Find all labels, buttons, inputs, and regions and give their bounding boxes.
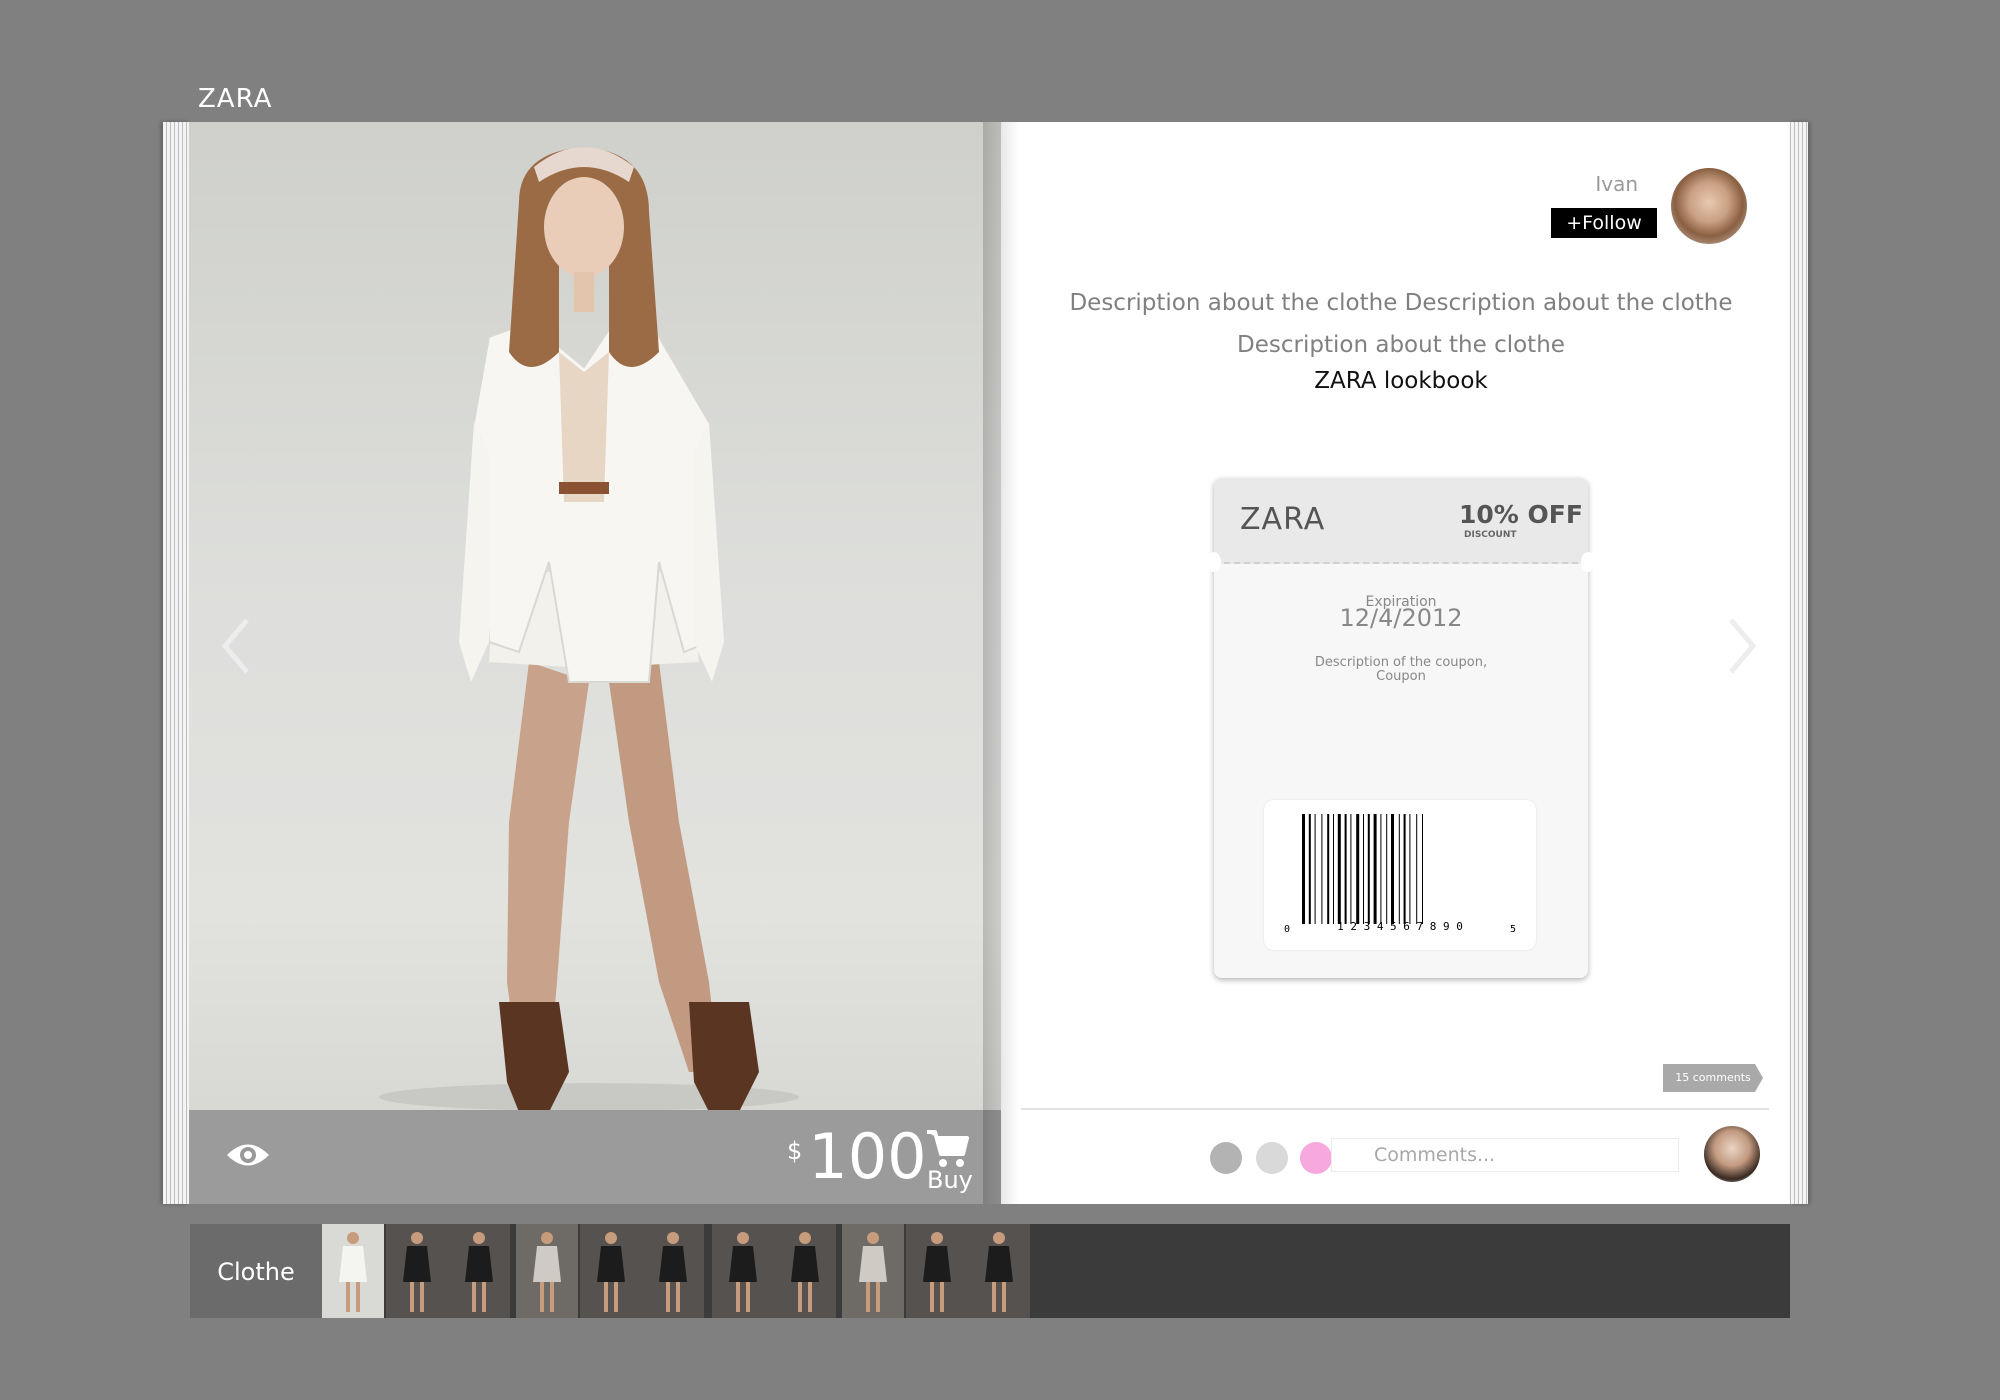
price-label: $100 bbox=[787, 1122, 927, 1192]
coupon-header: ZARA 10% OFF DISCOUNT bbox=[1214, 478, 1588, 564]
follow-button[interactable]: +Follow bbox=[1551, 208, 1657, 238]
coupon-brand: ZARA bbox=[1240, 502, 1326, 537]
expiration-date: 12/4/2012 bbox=[1339, 604, 1463, 632]
barcode-first-digit: 0 bbox=[1284, 924, 1290, 935]
coupon-notch-left bbox=[1207, 552, 1221, 572]
page-edges-left bbox=[163, 122, 189, 1204]
thumbnail-item[interactable] bbox=[580, 1224, 642, 1318]
price-value: 100 bbox=[808, 1120, 927, 1193]
product-photo bbox=[189, 122, 1001, 1110]
category-label: Clothe bbox=[217, 1258, 295, 1286]
lookbook-link[interactable]: ZARA lookbook bbox=[1031, 368, 1771, 394]
product-description: Description about the clothe Description… bbox=[1069, 290, 1733, 358]
thumbnail-strip: Clothe bbox=[190, 1224, 1790, 1318]
coupon-discount: 10% OFF bbox=[1459, 500, 1583, 529]
thumbnail-item[interactable] bbox=[774, 1224, 836, 1318]
comment-input[interactable] bbox=[1331, 1138, 1679, 1172]
shopping-cart-icon[interactable] bbox=[925, 1128, 969, 1170]
thumbnail-item[interactable] bbox=[322, 1224, 384, 1318]
barcode-image: 0 1 2 3 4 5 6 7 8 9 0 5 bbox=[1284, 814, 1516, 935]
brand-title: ZARA bbox=[198, 84, 273, 114]
barcode-last-digit: 5 bbox=[1510, 924, 1516, 935]
user-name[interactable]: Ivan bbox=[1595, 172, 1638, 196]
coupon-card[interactable]: ZARA 10% OFF DISCOUNT Expiration 12/4/20… bbox=[1207, 478, 1595, 978]
coupon-notch-right bbox=[1581, 552, 1595, 572]
thumbnail-item[interactable] bbox=[906, 1224, 968, 1318]
left-page: $100 Buy bbox=[189, 122, 1001, 1204]
thumbnail-item[interactable] bbox=[386, 1224, 448, 1318]
color-swatch-light-gray[interactable] bbox=[1256, 1142, 1288, 1174]
product-footer: $100 Buy bbox=[189, 1110, 1001, 1204]
lookbook-spread: $100 Buy Ivan +Follow Description about … bbox=[163, 122, 1808, 1204]
comments-count-badge[interactable]: 15 comments bbox=[1663, 1064, 1763, 1092]
thumbnail-item[interactable] bbox=[516, 1224, 578, 1318]
color-swatch-pink[interactable] bbox=[1300, 1142, 1332, 1174]
thumbnail-item[interactable] bbox=[842, 1224, 904, 1318]
barcode-middle-digits: 1 2 3 4 5 6 7 8 9 0 bbox=[1337, 920, 1463, 933]
category-tab[interactable]: Clothe bbox=[190, 1224, 322, 1318]
model-figure-image bbox=[379, 147, 799, 1110]
divider bbox=[1021, 1108, 1769, 1110]
coupon-discount-label: DISCOUNT bbox=[1464, 530, 1517, 540]
coupon-description: Description of the coupon, Coupon bbox=[1314, 655, 1488, 684]
thumbnail-item[interactable] bbox=[642, 1224, 704, 1318]
commenter-avatar[interactable] bbox=[1704, 1126, 1760, 1182]
color-swatch-gray[interactable] bbox=[1210, 1142, 1242, 1174]
thumbnail-item[interactable] bbox=[712, 1224, 774, 1318]
next-arrow-icon[interactable] bbox=[1721, 616, 1761, 676]
eye-icon[interactable] bbox=[225, 1140, 271, 1170]
page-edges-right bbox=[1790, 122, 1808, 1204]
buy-button[interactable]: Buy bbox=[927, 1166, 973, 1194]
thumbnail-item[interactable] bbox=[968, 1224, 1030, 1318]
currency-symbol: $ bbox=[787, 1137, 803, 1165]
right-page: Ivan +Follow Description about the cloth… bbox=[1001, 122, 1790, 1204]
barcode: 0 1 2 3 4 5 6 7 8 9 0 5 bbox=[1264, 800, 1536, 950]
previous-arrow-icon[interactable] bbox=[217, 616, 257, 676]
thumbnail-item[interactable] bbox=[448, 1224, 510, 1318]
user-avatar[interactable] bbox=[1671, 168, 1747, 244]
